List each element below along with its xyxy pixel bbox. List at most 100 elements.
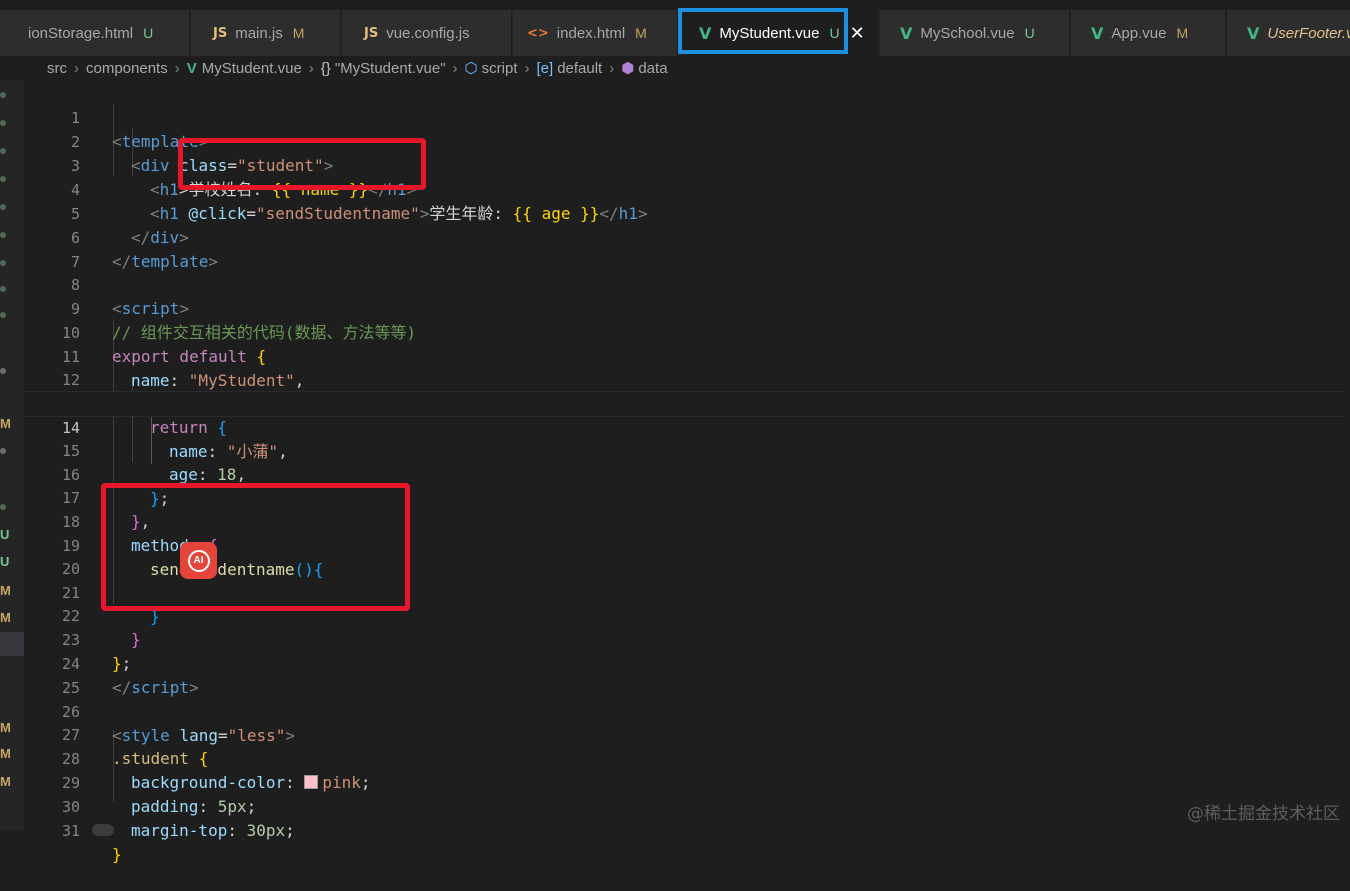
git-dot (0, 120, 6, 126)
breadcrumb-file[interactable]: MyStudent.vue (202, 60, 302, 77)
title-strip (0, 0, 1350, 10)
git-dot (0, 92, 6, 98)
object-icon: {} (320, 59, 331, 77)
breadcrumb-object[interactable]: "MyStudent.vue" (335, 60, 446, 77)
tab-myschool-vue[interactable]: V MySchool.vue U (880, 10, 1070, 56)
vue-file-icon: V (1091, 23, 1104, 43)
variable-icon: [e] (536, 59, 554, 77)
code-line: 15 age: 18, (24, 415, 1344, 484)
tab-status-mark: M (292, 25, 305, 41)
breadcrumb-data[interactable]: data (638, 60, 667, 77)
git-dot (0, 176, 6, 182)
symbol-icon: ⬡ (464, 60, 478, 77)
chevron-right-icon: › (308, 59, 314, 77)
code-line-current: 14 name: "小蒲", (24, 391, 1344, 461)
tab-status-mark: U (143, 25, 154, 41)
breadcrumb: src › components › V MyStudent.vue › {} … (0, 56, 1350, 80)
tab-main-js[interactable]: JS main.js M (191, 10, 341, 56)
click-handler-highlight-box (178, 138, 426, 190)
ai-assistant-icon[interactable]: AI (180, 542, 217, 579)
code-line: 1 <template> (24, 82, 1344, 151)
methods-highlight-box (101, 483, 410, 611)
file-status-mark: M (0, 774, 11, 789)
git-dot (0, 448, 6, 454)
html-file-icon: <> (527, 25, 549, 41)
tab-app-vue[interactable]: V App.vue M (1071, 10, 1226, 56)
chevron-right-icon: › (174, 59, 180, 77)
tab-label: MySchool.vue (920, 24, 1015, 42)
code-line: 31 } (24, 795, 1344, 864)
code-line: 9 // 组件交互相关的代码(数据、方法等等) (24, 273, 1344, 342)
code-line: 10 export default { (24, 297, 1344, 366)
file-status-mark: U (0, 527, 10, 542)
code-line: 12 data() { (24, 344, 1344, 413)
active-tab-highlight-box (678, 8, 848, 54)
tab-vue-config-js[interactable]: JS vue.config.js (342, 10, 512, 56)
git-dot (0, 148, 6, 154)
git-dot (0, 260, 6, 266)
file-status-mark: M (0, 746, 11, 761)
code-line: 29 padding: 5px; (24, 747, 1344, 816)
code-line: 6 </template> (24, 202, 1344, 271)
code-line: 25 (24, 652, 1344, 697)
tab-label: index.html (556, 24, 626, 42)
tab-index-html[interactable]: <> index.html M (513, 10, 678, 56)
horizontal-scrollbar-thumb[interactable] (92, 824, 114, 836)
chevron-right-icon: › (524, 59, 530, 77)
breadcrumb-script[interactable]: script (482, 60, 518, 77)
tab-sessionstorage-html[interactable]: ionStorage.html U (0, 10, 190, 56)
breadcrumb-default[interactable]: default (557, 60, 602, 77)
vue-file-icon: V (186, 59, 197, 77)
code-line: 7 (24, 226, 1344, 271)
git-dot (0, 368, 6, 374)
js-file-icon: JS (364, 25, 379, 41)
code-editor[interactable]: 1 <template> 2 <div class="student"> 3 <… (24, 80, 1350, 864)
tab-label: App.vue (1111, 24, 1167, 42)
code-line: 26 <style lang="less"> (24, 676, 1344, 745)
git-dot (0, 504, 6, 510)
tab-status-mark: U (1024, 25, 1035, 41)
line-code: } (112, 845, 122, 864)
git-dot (0, 312, 6, 318)
file-status-mark: M (0, 610, 11, 625)
chevron-right-icon: › (452, 59, 458, 77)
tab-status-mark: M (1176, 25, 1189, 41)
js-file-icon: JS (213, 25, 228, 41)
vue-file-icon: V (900, 23, 913, 43)
line-code: margin-top: 30px; (131, 821, 295, 840)
code-line: 11 name: "MyStudent", (24, 321, 1344, 390)
tab-label: ionStorage.html (28, 24, 134, 42)
tab-label: vue.config.js (386, 24, 470, 42)
git-dot (0, 286, 6, 292)
file-status-mark: U (0, 554, 10, 569)
vue-file-icon: V (1247, 23, 1260, 43)
file-status-mark: M (0, 416, 11, 431)
tab-label: main.js (235, 24, 283, 42)
watermark: @稀土掘金技术社区 (1187, 804, 1340, 824)
tab-userfooter-vue[interactable]: V UserFooter.v (1227, 10, 1350, 56)
chevron-right-icon: › (609, 59, 615, 77)
code-line: 8 <script> (24, 249, 1344, 318)
line-number: 31 (61, 822, 80, 840)
code-line: 30 margin-top: 30px; (24, 771, 1344, 840)
breadcrumb-components[interactable]: components (86, 60, 168, 77)
file-status-mark: M (0, 720, 11, 735)
tab-label: UserFooter.v (1267, 24, 1350, 42)
code-line: 13 return { (24, 368, 1344, 437)
code-line: 27 .student { (24, 699, 1344, 768)
ai-label: AI (187, 549, 210, 572)
breadcrumb-src[interactable]: src (47, 60, 67, 77)
code-line: 2 <div class="student"> (24, 106, 1344, 175)
git-dot (0, 232, 6, 238)
selected-file-row[interactable] (0, 632, 24, 656)
chevron-right-icon: › (74, 59, 79, 77)
code-line: 16 }; (24, 439, 1344, 508)
tab-status-mark: M (635, 25, 647, 41)
cube-icon: ⬢ (621, 60, 635, 77)
file-status-mark: M (0, 583, 11, 598)
code-line: 28 background-color: pink; (24, 723, 1344, 792)
explorer-sidebar-edge: M U U M M M M M (0, 80, 24, 830)
git-dot (0, 204, 6, 210)
editor-tab-bar: ionStorage.html U JS main.js M JS vue.co… (0, 10, 1350, 56)
close-icon[interactable]: ✕ (850, 23, 865, 44)
